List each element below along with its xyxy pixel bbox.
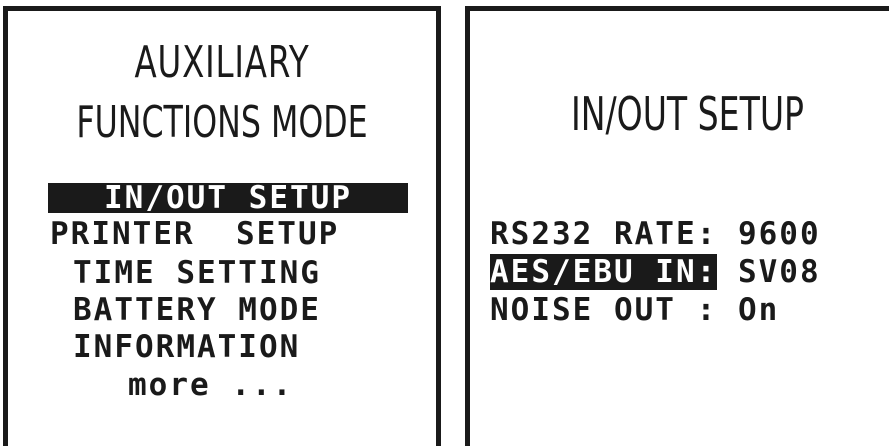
aux-title-line-2: FUNCTIONS MODE [76,97,368,148]
aux-title-line-1: AUXILIARY [134,37,310,88]
menu-item-more[interactable]: more ... [128,369,293,402]
setting-row-rs232-rate[interactable]: RS232 RATE: 9600 [490,218,821,251]
menu-item-printer-setup[interactable]: PRINTER SETUP [50,218,410,251]
menu-item-battery-mode[interactable]: BATTERY MODE [73,294,321,327]
io-setup-title: IN/OUT SETUP [570,87,805,141]
auxiliary-functions-panel: AUXILIARY FUNCTIONS MODE IN/OUT SETUP PR… [3,6,441,446]
noise-out-value[interactable]: On [738,292,779,328]
setting-row-noise-out[interactable]: NOISE OUT : On [490,294,779,327]
menu-item-in-out-setup[interactable]: IN/OUT SETUP [48,183,408,214]
setting-row-aes-ebu-in[interactable]: AES/EBU IN: SV08 [490,254,821,290]
aes-ebu-in-value[interactable]: SV08 [738,254,821,290]
aes-ebu-in-label: AES/EBU IN: [490,254,718,290]
rs232-rate-label: RS232 RATE: [490,216,718,252]
rs232-rate-value[interactable]: 9600 [738,216,821,252]
menu-item-information[interactable]: INFORMATION [73,331,300,364]
menu-item-time-setting[interactable]: TIME SETTING [73,257,321,290]
in-out-setup-panel: IN/OUT SETUP RS232 RATE: 9600 AES/EBU IN… [465,6,889,446]
noise-out-label: NOISE OUT : [490,292,718,328]
